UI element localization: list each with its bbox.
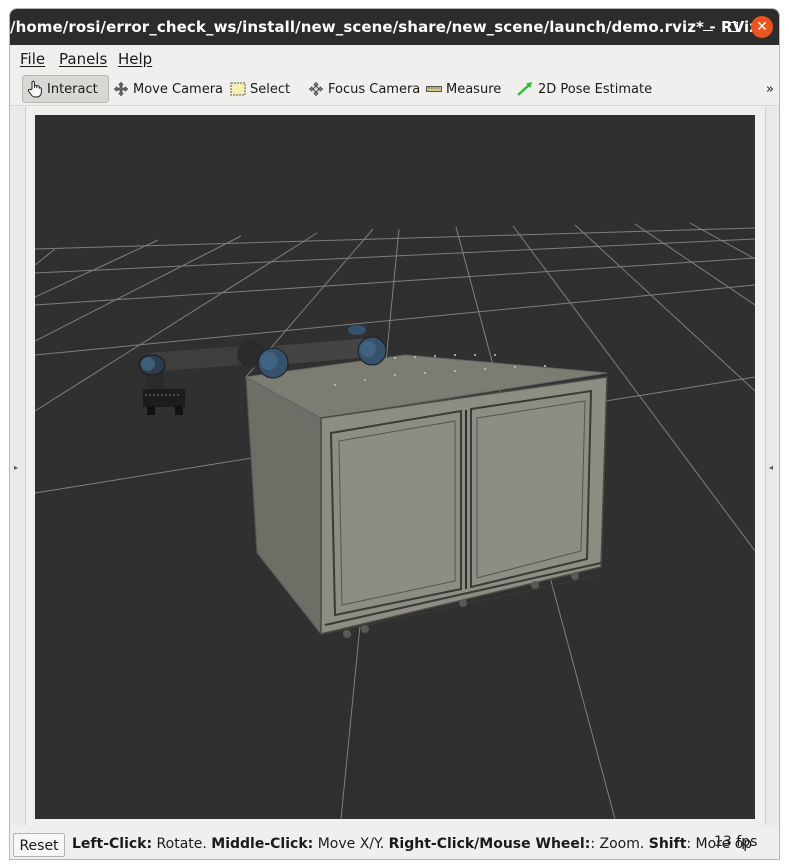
scene-canvas: [35, 222, 755, 819]
move-camera-tool-label: Move Camera: [133, 81, 224, 97]
hint-right-click-action: : Zoom.: [590, 836, 649, 852]
mouse-hint-text: Left-Click: Rotate. Middle-Click: Move X…: [72, 836, 752, 852]
minimize-button[interactable]: [697, 16, 719, 38]
hint-middle-click-key: Middle-Click:: [211, 836, 314, 852]
fps-counter: 13 fps: [714, 834, 758, 850]
status-bar: Reset Left-Click: Rotate. Middle-Click: …: [10, 827, 779, 859]
menu-help[interactable]: Help: [118, 50, 152, 68]
right-dock-handle[interactable]: ◂: [765, 107, 779, 825]
move-arrows-icon: [113, 81, 129, 97]
hint-middle-click-action: Move X/Y.: [313, 836, 389, 852]
move-camera-tool-button[interactable]: Move Camera: [109, 75, 227, 103]
expand-left-arrow-icon: ▸: [14, 463, 19, 472]
expand-right-arrow-icon: ◂: [769, 463, 774, 472]
selection-box-icon: [230, 82, 246, 96]
tool-toolbar: Interact Move Camera Select Focus Camera: [10, 73, 779, 106]
window-title: /home/rosi/error_check_ws/install/new_sc…: [10, 18, 759, 36]
maximize-button[interactable]: [722, 16, 744, 38]
hint-left-click-action: Rotate.: [152, 836, 212, 852]
select-tool-label: Select: [250, 81, 291, 97]
focus-camera-tool-label: Focus Camera: [328, 81, 421, 97]
menu-file[interactable]: File: [20, 50, 45, 68]
green-arrow-icon: [517, 82, 532, 96]
interact-tool-button[interactable]: Interact: [22, 75, 109, 103]
select-tool-button[interactable]: Select: [226, 75, 294, 103]
toolbar-overflow-button[interactable]: »: [762, 75, 778, 103]
hint-left-click-key: Left-Click:: [72, 836, 153, 852]
3d-render-viewport[interactable]: [35, 115, 755, 819]
hand-pointer-icon: [27, 80, 42, 98]
focus-camera-tool-button[interactable]: Focus Camera: [304, 75, 424, 103]
menu-bar: File Panels Help: [10, 45, 779, 73]
close-button[interactable]: ✕: [751, 16, 773, 38]
reset-button[interactable]: Reset: [13, 833, 65, 857]
menu-panels[interactable]: Panels: [59, 50, 107, 68]
measure-tool-label: Measure: [446, 81, 502, 97]
rviz-window: /home/rosi/error_check_ws/install/new_sc…: [9, 8, 780, 860]
pose-estimate-tool-button[interactable]: 2D Pose Estimate: [512, 75, 656, 103]
hint-right-click-key: Right-Click/Mouse Wheel:: [388, 836, 591, 852]
interact-tool-label: Interact: [47, 81, 98, 97]
crosshair-icon: [308, 81, 324, 97]
hint-shift-key: Shift: [648, 836, 687, 852]
measure-tool-button[interactable]: Measure: [422, 75, 505, 103]
cabinet-model: [244, 354, 608, 638]
left-dock-handle[interactable]: ▸: [11, 107, 26, 825]
ruler-icon: [426, 86, 442, 92]
title-bar: /home/rosi/error_check_ws/install/new_sc…: [10, 9, 779, 45]
pose-estimate-tool-label: 2D Pose Estimate: [538, 81, 653, 97]
